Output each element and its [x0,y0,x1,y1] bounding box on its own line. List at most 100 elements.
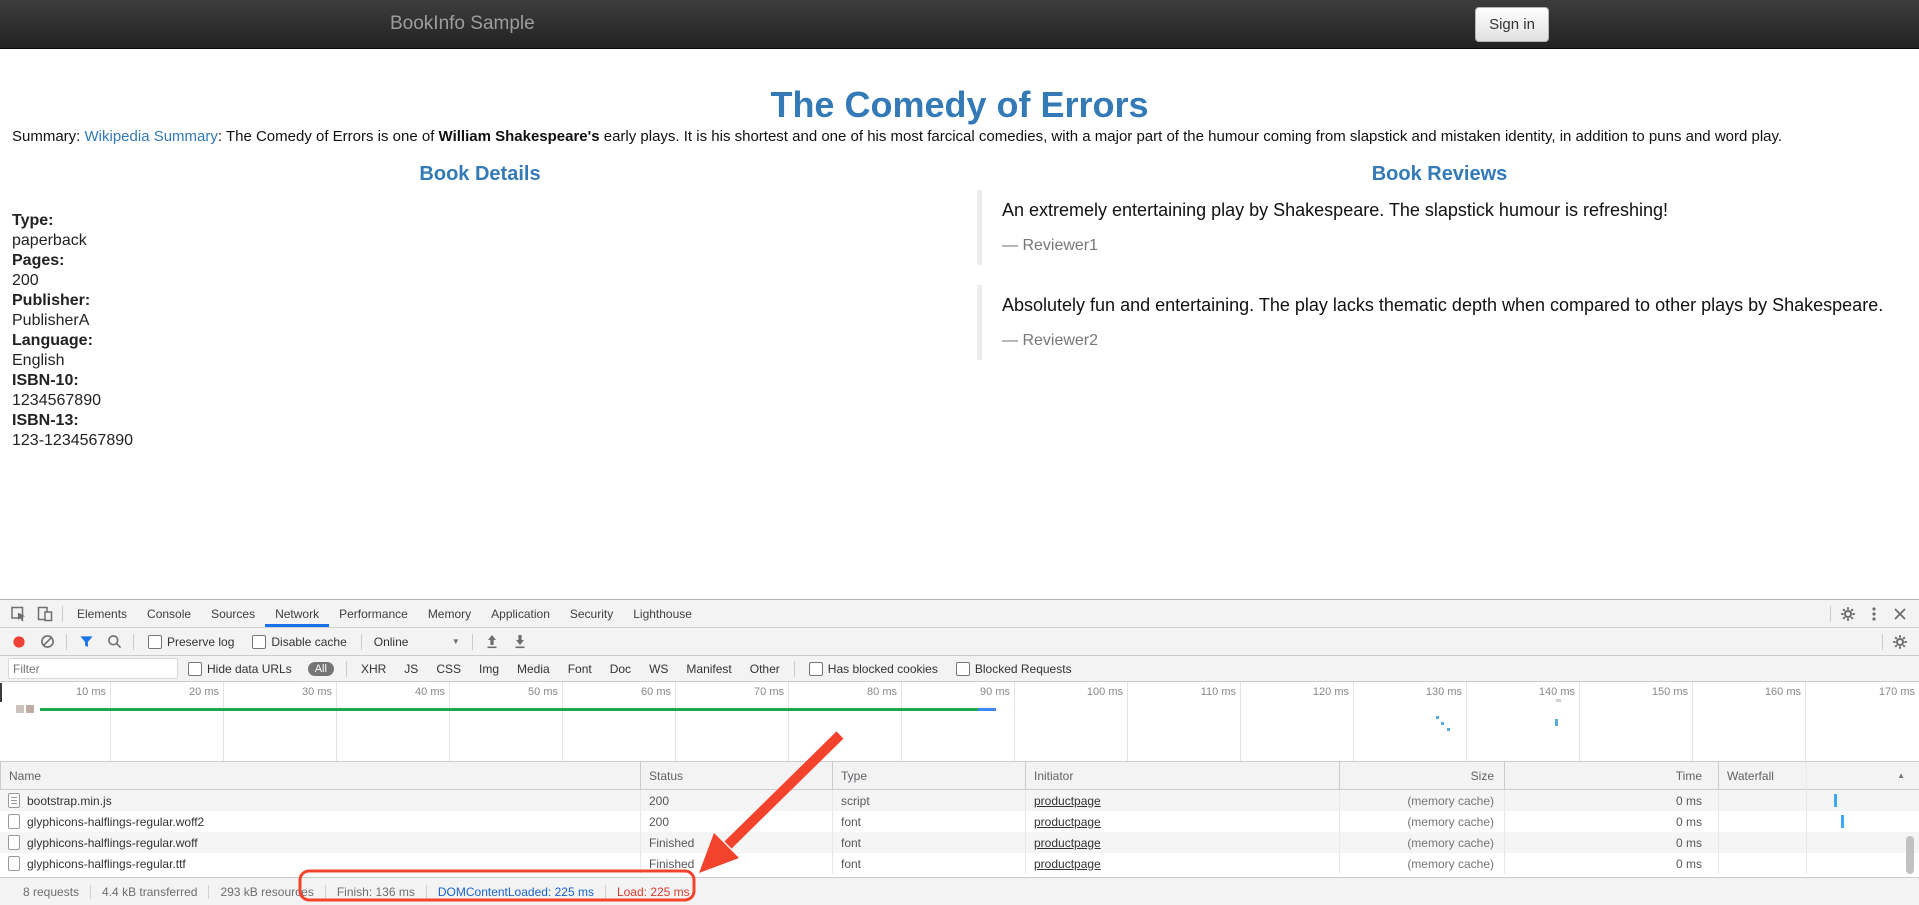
tab-sources[interactable]: Sources [201,600,265,627]
timeline-tick: 80 ms [789,682,902,761]
filter-type-font[interactable]: Font [560,662,600,676]
column-header-time[interactable]: Time [1504,762,1718,789]
detail-label: ISBN-10: [12,371,133,391]
filter-input[interactable] [8,658,178,679]
column-header-name[interactable]: Name [0,762,640,789]
column-header-initiator[interactable]: Initiator [1025,762,1339,789]
timeline-tick: 60 ms [563,682,676,761]
filter-type-doc[interactable]: Doc [602,662,639,676]
waterfall-gridline [1806,762,1807,874]
overview-request-dot [1441,722,1444,725]
filter-type-ws[interactable]: WS [641,662,676,676]
throttling-dropdown[interactable]: Online ▼ [374,635,460,649]
checkbox-icon[interactable] [252,635,266,649]
network-request-row[interactable]: bootstrap.min.js 200 script productpage … [0,790,1919,811]
filter-type-other[interactable]: Other [742,662,788,676]
detail-value: 123-1234567890 [12,431,133,451]
tab-security[interactable]: Security [560,600,623,627]
export-har-icon[interactable] [507,631,533,653]
timeline-tick: 20 ms [111,682,224,761]
filter-type-css[interactable]: CSS [428,662,469,676]
network-request-row[interactable]: glyphicons-halflings-regular.woff Finish… [0,832,1919,853]
scrollbar-thumb[interactable] [1906,836,1914,874]
detail-value: paperback [12,231,133,251]
waterfall-cell [1718,790,1919,811]
filter-type-media[interactable]: Media [509,662,558,676]
tab-network[interactable]: Network [265,600,329,627]
network-request-row[interactable]: glyphicons-halflings-regular.ttf Finishe… [0,853,1919,874]
device-toolbar-icon[interactable] [32,603,58,625]
checkbox-icon[interactable] [809,662,823,676]
more-options-icon[interactable] [1861,603,1887,625]
network-request-row[interactable]: glyphicons-halflings-regular.woff2 200 f… [0,811,1919,832]
network-toolbar: Preserve log Disable cache Online ▼ [0,628,1919,656]
inspect-element-icon[interactable] [6,603,32,625]
tab-performance[interactable]: Performance [329,600,418,627]
checkbox-icon[interactable] [148,635,162,649]
timeline-tick: 10 ms [0,682,111,761]
tab-lighthouse[interactable]: Lighthouse [623,600,702,627]
waterfall-cell [1718,853,1919,874]
initiator-link[interactable]: productpage [1034,836,1101,850]
network-summary-bar: 8 requests 4.4 kB transferred 293 kB res… [0,877,1919,905]
timeline-tick: 100 ms [1015,682,1128,761]
import-har-icon[interactable] [479,631,505,653]
book-reviews-heading: Book Reviews [960,163,1919,186]
filter-type-all[interactable]: All [308,662,334,676]
tab-console[interactable]: Console [137,600,201,627]
screenshot-root: BookInfo Sample Sign in The Comedy of Er… [0,0,1919,905]
wikipedia-summary-link[interactable]: Wikipedia Summary [85,128,218,145]
tab-memory[interactable]: Memory [418,600,481,627]
script-file-icon [8,793,20,808]
blocked-requests-checkbox[interactable]: Blocked Requests [956,662,1072,676]
detail-value: English [12,351,133,371]
has-blocked-cookies-checkbox[interactable]: Has blocked cookies [809,662,938,676]
transferred-size: 4.4 kB transferred [91,885,208,899]
column-header-size[interactable]: Size [1339,762,1504,789]
hide-data-urls-checkbox[interactable]: Hide data URLs [188,662,292,676]
settings-gear-icon[interactable] [1835,603,1861,625]
preserve-log-checkbox[interactable]: Preserve log [148,635,234,649]
network-settings-gear-icon[interactable] [1887,631,1913,653]
clear-network-log-icon[interactable] [34,631,60,653]
filter-type-manifest[interactable]: Manifest [678,662,739,676]
column-header-type[interactable]: Type [832,762,1025,789]
book-details-heading: Book Details [0,163,960,186]
checkbox-icon[interactable] [956,662,970,676]
initiator-link[interactable]: productpage [1034,857,1101,871]
timeline-tick: 90 ms [902,682,1015,761]
network-filter-bar: Hide data URLs All XHR JS CSS Img Media … [0,656,1919,682]
search-icon[interactable] [101,631,127,653]
timeline-tick: 40 ms [337,682,450,761]
divider [346,661,347,677]
close-devtools-icon[interactable] [1887,603,1913,625]
sign-in-button[interactable]: Sign in [1475,7,1549,42]
timeline-tick: 140 ms [1467,682,1580,761]
filter-funnel-icon[interactable] [73,631,99,653]
timeline-tick: 120 ms [1241,682,1354,761]
detail-label: ISBN-13: [12,411,133,431]
column-header-waterfall[interactable]: Waterfall ▲ [1718,762,1919,789]
disable-cache-checkbox[interactable]: Disable cache [252,635,346,649]
finish-time: Finish: 136 ms [326,885,426,899]
column-header-status[interactable]: Status [640,762,832,789]
chevron-down-icon: ▼ [452,637,460,646]
initiator-link[interactable]: productpage [1034,794,1101,808]
font-file-icon [8,814,20,829]
load-time: Load: 225 ms [606,885,701,899]
record-network-log-icon[interactable] [6,631,32,653]
initiator-link[interactable]: productpage [1034,815,1101,829]
filter-type-xhr[interactable]: XHR [353,662,394,676]
overview-request-dot [1556,699,1561,702]
filter-type-img[interactable]: Img [471,662,507,676]
timeline-tick: 150 ms [1580,682,1693,761]
checkbox-icon[interactable] [188,662,202,676]
tab-elements[interactable]: Elements [67,600,137,627]
resources-size: 293 kB resources [209,885,324,899]
summary-rest: early plays. It is his shortest and one … [600,128,1783,145]
timeline-tick: 70 ms [676,682,789,761]
overview-screenshot-chip [26,705,34,713]
filter-type-js[interactable]: JS [396,662,426,676]
tab-application[interactable]: Application [481,600,560,627]
network-overview-timeline[interactable]: 10 ms 20 ms 30 ms 40 ms 50 ms 60 ms 70 m… [0,682,1919,762]
